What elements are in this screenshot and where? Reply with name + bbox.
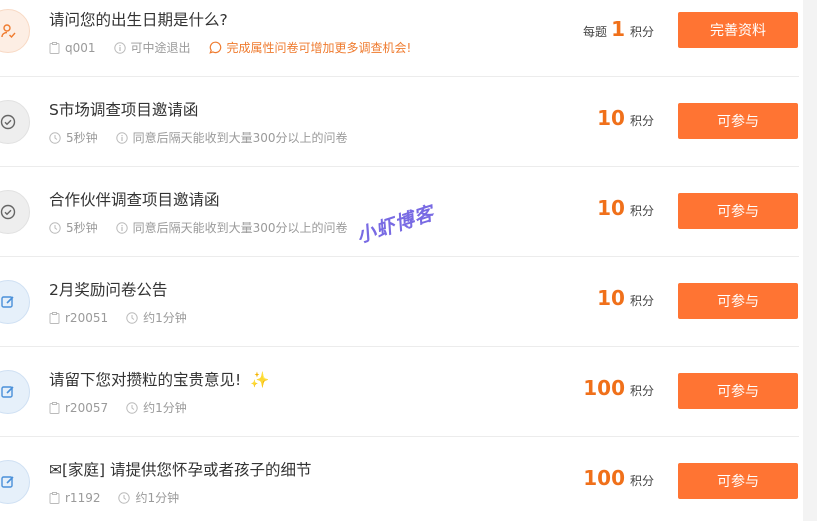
clipboard-icon — [49, 311, 60, 324]
edit-icon — [0, 370, 30, 414]
check-circle-icon — [0, 190, 30, 234]
points-unit: 积分 — [629, 384, 654, 398]
sparkles-icon: ✨ — [250, 371, 270, 389]
clipboard-icon — [49, 41, 60, 54]
survey-row: 2月奖励问卷公告 r20051 约1分钟 10 积分 可参与 — [0, 257, 799, 347]
clock-icon — [126, 401, 138, 414]
points-unit: 积分 — [629, 294, 654, 308]
points-unit: 积分 — [629, 204, 654, 218]
participate-button[interactable]: 可参与 — [678, 193, 798, 229]
survey-meta: r20057 约1分钟 — [49, 399, 205, 416]
survey-meta: r1192 约1分钟 — [49, 489, 197, 506]
survey-title[interactable]: 请问您的出生日期是什么? — [49, 8, 228, 30]
points-value: 10 — [597, 286, 625, 310]
survey-hint: 完成属性问卷可增加更多调查机会! — [208, 39, 411, 56]
clock-icon — [49, 131, 61, 144]
survey-title[interactable]: ✉[家庭] 请提供您怀孕或者孩子的细节 — [49, 458, 312, 480]
survey-points: 10 积分 — [597, 106, 654, 130]
survey-meta: 5秒钟 同意后隔天能收到大量300分以上的问卷 — [49, 129, 366, 146]
participate-button[interactable]: 可参与 — [678, 283, 798, 319]
points-unit: 积分 — [629, 114, 654, 128]
points-prefix: 每题 — [583, 25, 608, 39]
info-icon — [115, 221, 128, 234]
survey-title[interactable]: S市场调查项目邀请函 — [49, 98, 198, 120]
survey-duration: 约1分钟 — [126, 309, 187, 326]
points-value: 10 — [597, 106, 625, 130]
survey-meta: 5秒钟 同意后隔天能收到大量300分以上的问卷 — [49, 219, 366, 236]
survey-id: r20051 — [49, 311, 108, 325]
chat-bubble-icon — [208, 41, 221, 54]
check-circle-icon — [0, 100, 30, 144]
participate-button[interactable]: 可参与 — [678, 103, 798, 139]
edit-icon — [0, 280, 30, 324]
points-value: 100 — [583, 376, 625, 400]
clipboard-icon — [49, 401, 60, 414]
participate-button[interactable]: 可参与 — [678, 463, 798, 499]
survey-exit-note: 可中途退出 — [113, 39, 191, 56]
clock-icon — [126, 311, 138, 324]
points-value: 100 — [583, 466, 625, 490]
survey-row: S市场调查项目邀请函 5秒钟 同意后隔天能收到大量300分以上的问卷 10 积分… — [0, 77, 799, 167]
points-value: 10 — [597, 196, 625, 220]
survey-row: ✉[家庭] 请提供您怀孕或者孩子的细节 r1192 约1分钟 100 积分 可参… — [0, 437, 799, 526]
complete-profile-button[interactable]: 完善资料 — [678, 12, 798, 48]
info-icon — [113, 41, 126, 54]
clock-icon — [118, 491, 131, 504]
survey-duration: 5秒钟 — [49, 129, 98, 146]
survey-note: 同意后隔天能收到大量300分以上的问卷 — [115, 129, 348, 146]
survey-duration: 5秒钟 — [49, 219, 98, 236]
survey-list: 请问您的出生日期是什么? q001 可中途退出 完成属性问卷可增加更多调查机会!… — [0, 0, 799, 526]
points-unit: 积分 — [629, 474, 654, 488]
survey-points: 100 积分 — [583, 466, 654, 490]
survey-title[interactable]: 请留下您对攒粒的宝贵意见! ✨ — [49, 368, 269, 390]
participate-button[interactable]: 可参与 — [678, 373, 798, 409]
survey-row: 请问您的出生日期是什么? q001 可中途退出 完成属性问卷可增加更多调查机会!… — [0, 0, 799, 77]
clock-icon — [49, 221, 61, 234]
survey-id: r20057 — [49, 401, 108, 415]
survey-title[interactable]: 2月奖励问卷公告 — [49, 278, 167, 300]
survey-points: 10 积分 — [597, 196, 654, 220]
survey-id: q001 — [49, 41, 96, 55]
survey-duration: 约1分钟 — [126, 399, 187, 416]
user-check-icon — [0, 9, 30, 53]
points-unit: 积分 — [629, 25, 654, 39]
points-value: 1 — [611, 17, 625, 41]
survey-id: r1192 — [49, 491, 100, 505]
survey-points: 100 积分 — [583, 376, 654, 400]
clipboard-icon — [49, 491, 60, 504]
survey-points: 10 积分 — [597, 286, 654, 310]
survey-points: 每题 1 积分 — [583, 17, 654, 41]
survey-meta: r20051 约1分钟 — [49, 309, 205, 326]
scrollbar[interactable] — [803, 0, 817, 521]
survey-meta: q001 可中途退出 完成属性问卷可增加更多调查机会! — [49, 39, 429, 56]
survey-duration: 约1分钟 — [118, 489, 179, 506]
survey-title[interactable]: 合作伙伴调查项目邀请函 — [49, 188, 220, 210]
survey-row: 请留下您对攒粒的宝贵意见! ✨ r20057 约1分钟 100 积分 可参与 — [0, 347, 799, 437]
edit-icon — [0, 460, 30, 504]
survey-note: 同意后隔天能收到大量300分以上的问卷 — [115, 219, 348, 236]
info-icon — [115, 131, 128, 144]
